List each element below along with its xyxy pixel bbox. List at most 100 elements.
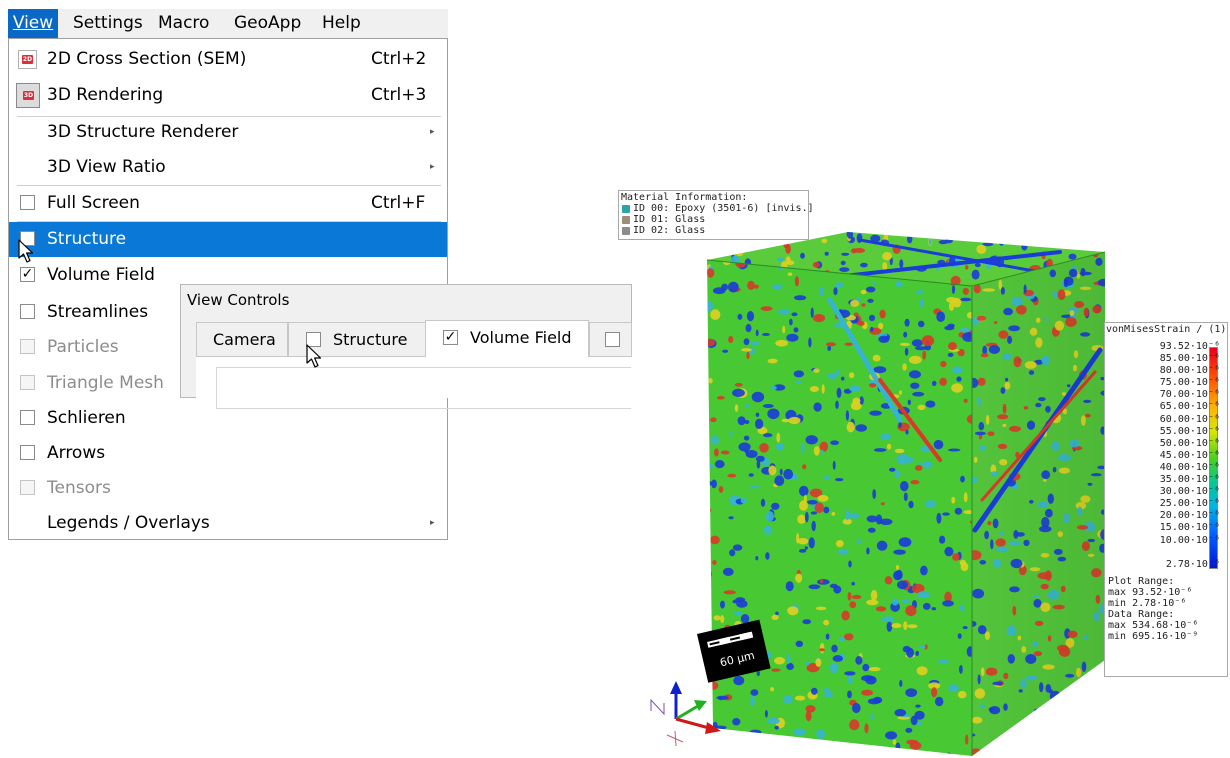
strain-spot: [743, 435, 750, 441]
strain-spot: [787, 272, 793, 276]
strain-spot: [1073, 729, 1080, 740]
plot-range-max: max 93.52·10⁻⁶: [1108, 587, 1193, 598]
strain-spot: [897, 580, 908, 590]
strain-spot: [908, 355, 922, 364]
strain-spot: [714, 460, 725, 469]
strain-spot: [971, 269, 980, 280]
strain-spot: [754, 734, 760, 745]
strain-spot: [841, 610, 850, 621]
strain-spot: [947, 352, 954, 357]
strain-spot: [1003, 741, 1016, 749]
strain-spot: [852, 702, 861, 714]
strain-spot: [771, 668, 781, 672]
strain-spot: [711, 479, 717, 489]
strain-spot: [895, 565, 900, 570]
strain-spot: [905, 605, 917, 617]
strain-spot: [870, 590, 878, 601]
strain-spot: [874, 448, 887, 452]
strain-spot: [795, 573, 803, 583]
strain-spot: [885, 731, 898, 740]
strain-spot: [847, 591, 852, 601]
strain-spot: [861, 689, 873, 696]
strain-spot: [830, 440, 839, 446]
strain-spot: [776, 257, 784, 262]
strain-spot: [925, 400, 936, 408]
strain-spot: [806, 660, 810, 666]
strain-spot: [835, 282, 844, 289]
strain-spot: [808, 584, 821, 590]
strain-spot: [710, 309, 721, 320]
strain-spot: [710, 435, 719, 445]
strain-spot: [728, 336, 734, 343]
strain-spot: [875, 606, 887, 612]
strain-spot: [708, 377, 713, 384]
strain-spot: [767, 358, 778, 364]
strain-spot: [793, 370, 804, 378]
strain-spot: [963, 492, 968, 503]
strain-spot: [743, 338, 750, 346]
strain-spot: [1040, 721, 1047, 732]
strain-spot: [898, 537, 912, 547]
strain-spot: [734, 404, 739, 412]
strain-spot: [931, 687, 938, 698]
strain-spot: [782, 325, 786, 334]
strain-spot: [902, 363, 907, 371]
data-range-max: max 534.68·10⁻⁶: [1108, 620, 1199, 631]
strain-spot: [899, 342, 911, 346]
strain-spot: [811, 687, 818, 695]
strain-spot: [916, 720, 923, 726]
strain-spot: [733, 611, 744, 615]
strain-spot: [793, 728, 806, 736]
strain-spot: [872, 489, 877, 499]
strain-spot: [720, 615, 725, 624]
strain-spot: [1067, 708, 1077, 719]
strain-spot: [821, 384, 825, 394]
strain-spot: [848, 560, 852, 568]
strain-spot: [880, 433, 891, 441]
strain-spot: [959, 327, 971, 333]
strain-spot: [906, 647, 914, 658]
strain-spot: [837, 549, 849, 555]
strain-spot: [760, 306, 773, 311]
strain-spot: [907, 624, 918, 629]
strain-spot: [793, 327, 799, 333]
strain-spot: [905, 727, 913, 733]
strain-spot: [879, 309, 886, 319]
tab-volume-field[interactable]: ✓ Volume Field: [425, 320, 589, 357]
material-row: ID 02: Glass: [621, 225, 806, 236]
strain-spot: [933, 439, 944, 450]
strain-spot: [920, 565, 928, 576]
strain-spot: [954, 507, 963, 515]
strain-spot: [707, 507, 712, 513]
strain-spot: [809, 386, 820, 392]
strain-spot: [921, 335, 935, 347]
strain-spot: [905, 688, 918, 697]
strain-spot: [762, 404, 774, 408]
strain-spot: [865, 675, 877, 685]
legend-tick-label: 75.00·10⁻⁶: [1159, 377, 1220, 389]
strain-spot: [862, 663, 870, 672]
strain-spot: [823, 506, 830, 514]
strain-spot: [728, 432, 733, 437]
strain-spot: [816, 729, 825, 739]
strain-spot: [801, 442, 805, 454]
strain-spot: [718, 486, 724, 493]
strain-spot: [852, 397, 861, 404]
strain-spot: [824, 475, 830, 481]
strain-spot: [747, 280, 755, 290]
strain-spot: [951, 383, 963, 393]
strain-spot: [873, 366, 887, 374]
strain-spot: [891, 598, 899, 606]
strain-spot: [707, 268, 715, 278]
strain-spot: [899, 259, 904, 269]
strain-spot: [787, 606, 799, 616]
strain-spot: [951, 285, 956, 294]
volume-field-rendering[interactable]: [0, 0, 1230, 758]
strain-spot: [740, 497, 747, 504]
strain-spot: [914, 346, 927, 351]
strain-spot: [775, 746, 784, 756]
strain-spot: [800, 252, 805, 259]
strain-spot: [844, 633, 854, 641]
strain-spot: [775, 442, 785, 451]
strain-spot: [755, 418, 764, 429]
